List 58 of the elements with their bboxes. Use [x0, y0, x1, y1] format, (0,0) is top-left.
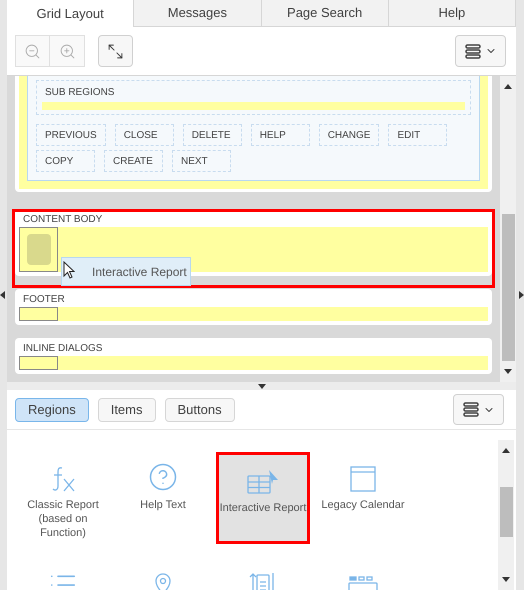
splitter-arrow-icon[interactable]: [258, 384, 266, 388]
placeholder-box: [19, 307, 58, 321]
gallery-item-label: Classic Report (based on Function): [26, 498, 100, 540]
expand-icon: [107, 42, 124, 60]
zoom-out-icon: [24, 42, 41, 60]
collapse-left-arrow-icon[interactable]: [0, 291, 5, 299]
position-label: INLINE DIALOGS: [22, 342, 104, 356]
scroll-thumb[interactable]: [500, 487, 512, 537]
menu-button[interactable]: [455, 35, 506, 67]
tab[interactable]: Messages: [134, 0, 262, 27]
gallery-item[interactable]: Classic Report (based on Function): [16, 452, 110, 544]
drag-preview: Interactive Report: [61, 257, 191, 286]
position-label: CONTENT BODY: [22, 213, 104, 227]
collapse-right-arrow-icon[interactable]: [519, 291, 524, 299]
gallery-item-label: Legacy Calendar: [321, 498, 405, 512]
report-table-icon: [247, 469, 279, 495]
button-position: CREATE: [104, 150, 163, 172]
scrollbar[interactable]: [498, 440, 514, 590]
button-position: CLOSE: [114, 124, 174, 146]
zoom-in-button[interactable]: [50, 35, 85, 67]
gallery-item-label: Interactive Report: [220, 501, 306, 515]
position-label: FOOTER: [22, 293, 66, 307]
help-icon: [148, 462, 178, 492]
window-icon: [350, 466, 376, 492]
button-position: EDIT: [388, 124, 448, 146]
button-position: NEXT: [172, 150, 231, 172]
gallery-item[interactable]: Interactive Report: [216, 452, 310, 544]
placeholder-block: [26, 234, 50, 265]
mouse-pointer-icon: [63, 261, 75, 279]
zoom-out-button[interactable]: [15, 35, 50, 67]
tab[interactable]: Page Search: [262, 0, 389, 27]
gallery-item[interactable]: Legacy Calendar: [316, 452, 410, 544]
scroll-up-arrow-icon[interactable]: [504, 84, 512, 89]
zoom-in-icon: [58, 42, 76, 60]
tab[interactable]: Help: [388, 0, 516, 27]
sub-regions-label: SUB REGIONS: [44, 86, 116, 100]
button-position: PREVIOUS: [36, 124, 106, 146]
button-position: DELETE: [182, 124, 242, 146]
gallery-item-label: Help Text: [140, 498, 186, 512]
gallery-tab[interactable]: Items: [98, 398, 156, 422]
menu-icon: [464, 44, 480, 58]
expand-button[interactable]: [98, 35, 133, 67]
button-position: CHANGE: [318, 124, 380, 146]
placeholder-box: [19, 356, 58, 370]
scrollbar[interactable]: [500, 76, 516, 382]
menu-button[interactable]: [453, 394, 504, 425]
tab[interactable]: Grid Layout: [7, 0, 134, 27]
gallery-item[interactable]: Help Text: [116, 452, 210, 544]
gallery-tab[interactable]: Buttons: [164, 398, 235, 422]
function-icon: [50, 466, 76, 492]
scroll-down-arrow-icon[interactable]: [502, 577, 510, 582]
gallery-tab[interactable]: Regions: [15, 398, 89, 422]
menu-icon: [462, 402, 478, 417]
scroll-up-arrow-icon[interactable]: [502, 448, 510, 453]
scroll-down-arrow-icon[interactable]: [504, 369, 512, 374]
button-position: HELP: [250, 124, 310, 146]
button-position: COPY: [36, 150, 95, 172]
scroll-thumb[interactable]: [502, 214, 514, 361]
